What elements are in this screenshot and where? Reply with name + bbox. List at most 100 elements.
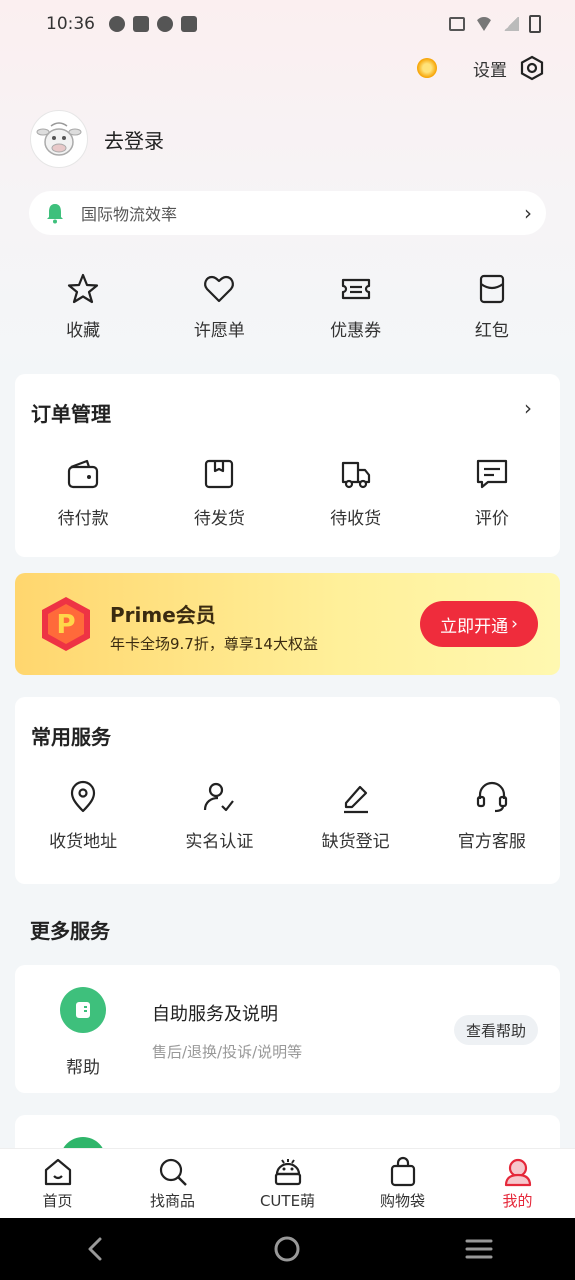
quick-item-label: 收藏 bbox=[66, 321, 101, 341]
bell-icon bbox=[47, 204, 63, 224]
help-subtitle: 售后/退换/投诉/说明等 bbox=[152, 1043, 303, 1061]
order-pending-payment[interactable]: 待付款 bbox=[15, 456, 151, 529]
help-book-icon bbox=[76, 1002, 90, 1018]
truck-icon bbox=[341, 461, 370, 489]
location-icon bbox=[71, 780, 96, 813]
nav-label: CUTE萌 bbox=[259, 1192, 316, 1210]
help-title: 自助服务及说明 bbox=[152, 1004, 278, 1025]
quick-item-favorites[interactable]: 收藏 bbox=[15, 272, 151, 341]
battery-icon bbox=[529, 15, 541, 33]
help-card[interactable]: 帮助 自助服务及说明 售后/退换/投诉/说明等 查看帮助 bbox=[15, 965, 560, 1093]
quick-item-wishlist[interactable]: 许愿单 bbox=[151, 272, 287, 341]
home-icon bbox=[44, 1158, 71, 1186]
shield-icon bbox=[157, 16, 173, 32]
bottom-navigation: 首页 找商品 CUTE萌 购物袋 我的 bbox=[0, 1148, 575, 1218]
nav-bag[interactable]: 购物袋 bbox=[345, 1149, 460, 1218]
headset-icon bbox=[476, 781, 507, 813]
status-system-icons bbox=[449, 15, 541, 33]
order-item-label: 待收货 bbox=[330, 509, 382, 529]
service-stock-register[interactable]: 缺货登记 bbox=[288, 779, 424, 852]
chevron-right-icon: › bbox=[524, 201, 532, 225]
nav-profile[interactable]: 我的 bbox=[460, 1149, 575, 1218]
service-customer-support[interactable]: 官方客服 bbox=[424, 779, 560, 852]
chevron-right-icon: › bbox=[511, 614, 518, 634]
service-item-label: 收货地址 bbox=[49, 832, 118, 852]
speed-icon bbox=[109, 16, 125, 32]
coin-icon[interactable] bbox=[417, 58, 437, 78]
quick-item-label: 许愿单 bbox=[193, 321, 245, 341]
system-navigation-bar bbox=[0, 1218, 575, 1280]
order-review[interactable]: 评价 bbox=[424, 456, 560, 529]
search-icon bbox=[159, 1158, 187, 1186]
envelope-icon bbox=[479, 274, 504, 304]
review-icon bbox=[476, 459, 507, 489]
status-notification-icons bbox=[109, 16, 197, 32]
quick-item-label: 优惠券 bbox=[330, 321, 382, 341]
quick-item-label: 红包 bbox=[474, 321, 509, 341]
login-link[interactable]: 去登录 bbox=[104, 125, 164, 154]
user-verify-icon bbox=[204, 782, 235, 812]
service-item-label: 实名认证 bbox=[185, 832, 254, 852]
back-icon[interactable] bbox=[81, 1234, 111, 1264]
order-item-label: 待付款 bbox=[57, 509, 109, 529]
notice-text: 国际物流效率 bbox=[81, 205, 178, 224]
order-management-card: 订单管理 › 待付款 待发货 待收货 评价 bbox=[15, 374, 560, 557]
nav-home[interactable]: 首页 bbox=[0, 1149, 115, 1218]
star-icon bbox=[68, 273, 99, 304]
package-icon bbox=[205, 459, 234, 489]
quick-actions: 收藏 许愿单 优惠券 红包 bbox=[15, 272, 560, 341]
signal-icon bbox=[503, 17, 519, 31]
bag-icon bbox=[390, 1156, 415, 1187]
prime-button-label: 立即开通 bbox=[440, 616, 509, 637]
mail-icon bbox=[133, 16, 149, 32]
wallet-icon bbox=[68, 459, 99, 489]
view-help-button[interactable]: 查看帮助 bbox=[453, 1015, 538, 1045]
ticket-icon bbox=[341, 278, 370, 300]
quick-item-red-packet[interactable]: 红包 bbox=[424, 272, 560, 341]
notice-bar[interactable]: 国际物流效率 › bbox=[29, 191, 546, 235]
nav-label: 找商品 bbox=[149, 1192, 195, 1210]
order-management-title: 订单管理 bbox=[31, 402, 111, 426]
pencil-icon bbox=[343, 785, 368, 814]
header-actions: 设置 bbox=[417, 55, 545, 81]
help-icon bbox=[60, 987, 106, 1033]
avatar[interactable] bbox=[30, 110, 88, 168]
nav-label: 购物袋 bbox=[379, 1192, 425, 1210]
prime-open-button[interactable]: 立即开通 › bbox=[420, 601, 538, 647]
nav-label: 我的 bbox=[502, 1192, 533, 1210]
common-services-title: 常用服务 bbox=[31, 725, 111, 749]
common-services-card: 常用服务 收货地址 实名认证 缺货登记 官方客服 bbox=[15, 697, 560, 884]
service-item-label: 缺货登记 bbox=[321, 832, 390, 852]
wifi-icon bbox=[475, 17, 493, 31]
calendar-icon bbox=[181, 16, 197, 32]
cow-avatar-icon bbox=[36, 122, 82, 156]
quick-item-coupons[interactable]: 优惠券 bbox=[288, 272, 424, 341]
chevron-right-icon[interactable]: › bbox=[524, 396, 532, 420]
gear-icon[interactable] bbox=[519, 55, 545, 81]
status-time: 10:36 bbox=[46, 14, 95, 34]
home-circle-icon[interactable] bbox=[272, 1234, 302, 1264]
menu-icon[interactable] bbox=[464, 1234, 494, 1264]
service-real-name[interactable]: 实名认证 bbox=[151, 779, 287, 852]
service-address[interactable]: 收货地址 bbox=[15, 779, 151, 852]
prime-title: Prime会员 bbox=[110, 603, 216, 627]
settings-label[interactable]: 设置 bbox=[473, 56, 507, 81]
services-row: 收货地址 实名认证 缺货登记 官方客服 bbox=[15, 779, 560, 852]
vibrate-icon bbox=[449, 17, 465, 31]
profile-row[interactable]: 去登录 bbox=[30, 110, 164, 168]
order-pending-shipment[interactable]: 待发货 bbox=[151, 456, 287, 529]
profile-icon bbox=[504, 1158, 531, 1187]
order-item-label: 评价 bbox=[474, 509, 509, 529]
status-bar: 10:36 bbox=[0, 0, 575, 48]
service-item-label: 官方客服 bbox=[457, 832, 526, 852]
cute-icon bbox=[274, 1159, 301, 1186]
prime-banner[interactable]: P Prime会员 年卡全场9.7折，尊享14大权益 立即开通 › bbox=[15, 573, 560, 675]
nav-search[interactable]: 找商品 bbox=[115, 1149, 230, 1218]
prime-subtitle: 年卡全场9.7折，尊享14大权益 bbox=[110, 635, 318, 653]
order-status-row: 待付款 待发货 待收货 评价 bbox=[15, 456, 560, 529]
prime-logo-icon: P bbox=[42, 597, 90, 651]
help-label: 帮助 bbox=[66, 1058, 100, 1078]
nav-cute[interactable]: CUTE萌 bbox=[230, 1149, 345, 1218]
order-pending-receipt[interactable]: 待收货 bbox=[288, 456, 424, 529]
nav-label: 首页 bbox=[42, 1192, 73, 1210]
